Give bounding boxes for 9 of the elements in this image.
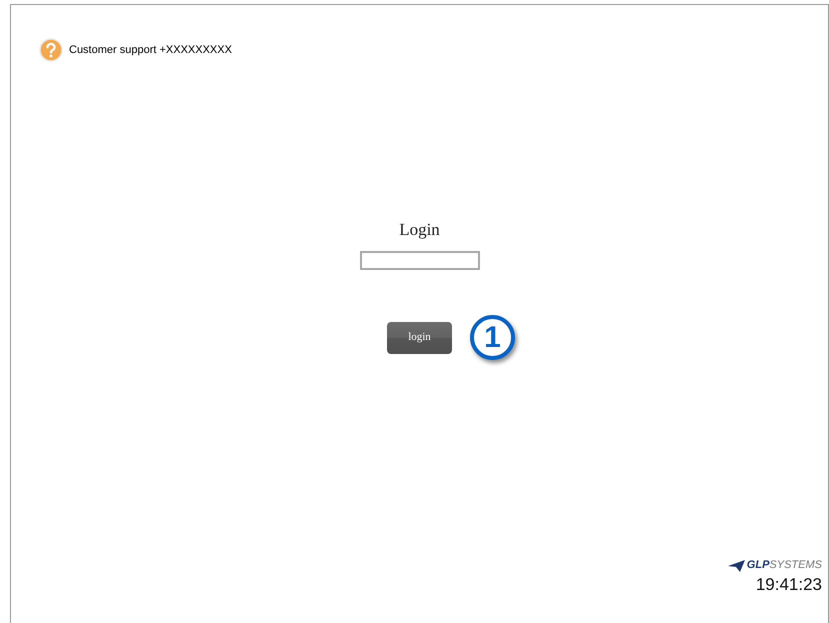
support-text: Customer support +XXXXXXXXX (69, 42, 232, 58)
company-logo: GLPSYSTEMS (746, 558, 822, 574)
help-icon (39, 38, 63, 62)
login-title: Login (399, 219, 440, 241)
login-field[interactable] (360, 250, 480, 270)
callout-badge: 1 (470, 314, 515, 360)
paper-plane-icon (728, 560, 745, 572)
login-button[interactable]: login (387, 322, 452, 354)
clock-text: 19:41:23 (756, 574, 822, 595)
